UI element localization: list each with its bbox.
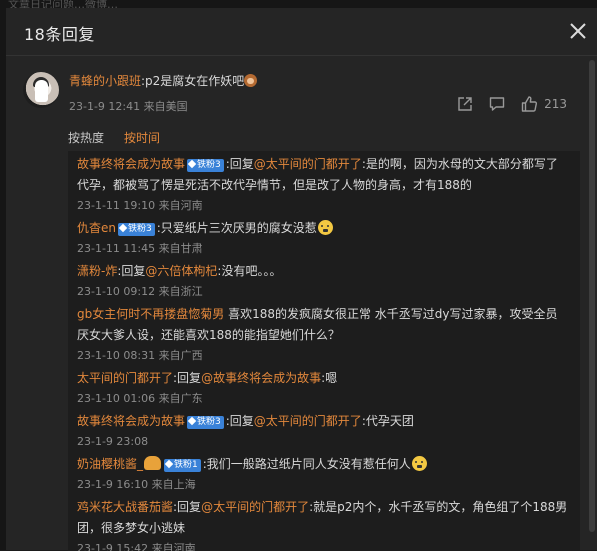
main-comment-date: 23-1-9 12:41 [69, 100, 141, 113]
list-item: 潇粉-炸:回复@六倍体枸杞:没有吧。。。 23-1-10 09:12 来自浙江 [77, 261, 569, 300]
close-button[interactable] [567, 20, 589, 42]
sort-by-hot-tab[interactable]: 按热度 [68, 131, 104, 145]
reply-author[interactable]: gb女主何时不再搂盘惚菊男 [77, 307, 224, 321]
like-count: 213 [544, 97, 567, 111]
reply-text: :只爱纸片三次厌男的腐女没惹 [156, 221, 317, 235]
reply-meta: 23-1-10 08:31 来自广西 [77, 349, 203, 362]
list-item: 故事终将会成为故事 铁粉3:回复@太平间的门都开了:是的啊，因为水母的文大部分都写… [77, 154, 569, 214]
comment-icon[interactable] [488, 95, 506, 113]
reply-author[interactable]: 奶油樱桃酱_ [77, 457, 143, 471]
main-comment-line: 青蜂的小跟班:p2是腐女在作妖吧 [69, 72, 258, 89]
reply-mention[interactable]: @故事终将会成为故事 [201, 371, 321, 385]
diamond-icon [187, 159, 197, 169]
reply-prefix: :回复 [173, 371, 202, 385]
scrollbar-thumb[interactable] [589, 60, 595, 532]
comment-actions: 213 [456, 94, 567, 114]
fan-badge: 铁粉1 [164, 459, 201, 472]
reply-author[interactable]: 故事终将会成为故事 [77, 157, 185, 171]
reply-text: :没有吧。。。 [217, 264, 282, 278]
reply-author[interactable]: 潇粉-炸 [77, 264, 117, 278]
main-comment-text: :p2是腐女在作妖吧 [141, 74, 245, 88]
list-item: 太平间的门都开了:回复@故事终将会成为故事:嗯 23-1-10 01:06 来自… [77, 368, 569, 407]
list-item: 鸡米花大战番茄酱:回复@太平间的门都开了:就是p2内个，水千丞写的文，角色组了个… [77, 497, 569, 551]
cat-badge-icon [144, 456, 162, 470]
crying-emoji-icon [411, 456, 427, 471]
reply-meta: 23-1-9 23:08 [77, 435, 149, 448]
monkey-emoji-icon [244, 74, 258, 87]
sort-bar: 按热度 按时间 [68, 129, 160, 146]
reply-author[interactable]: 太平间的门都开了 [77, 371, 173, 385]
list-item: gb女主何时不再搂盘惚菊男 喜欢188的发疯腐女很正常 水千丞写过dy写过家暴，… [77, 304, 569, 364]
reply-meta: 23-1-9 16:10 来自上海 [77, 478, 196, 491]
reply-meta: 23-1-10 09:12 来自浙江 [77, 285, 203, 298]
reply-author[interactable]: 鸡米花大战番茄酱 [77, 500, 173, 514]
list-item: 仇杳en 铁粉3:只爱纸片三次厌男的腐女没惹 23-1-11 11:45 来自甘肃 [77, 218, 569, 257]
main-comment: 青蜂的小跟班:p2是腐女在作妖吧 23-1-9 12:41 来自美国 213 [23, 68, 583, 128]
replies-dialog: 18条回复 青蜂的小跟班:p2是腐女在作妖吧 23-1-9 12:41 来自美国 [6, 8, 597, 551]
diamond-icon [118, 223, 128, 233]
reply-meta: 23-1-11 19:10 来自河南 [77, 199, 203, 212]
fan-badge: 铁粉3 [187, 416, 224, 429]
reply-prefix: :回复 [173, 500, 202, 514]
reply-meta: 23-1-11 11:45 来自甘肃 [77, 242, 203, 255]
scrollbar[interactable] [589, 60, 595, 546]
main-comment-meta: 23-1-9 12:41 来自美国 [69, 98, 188, 114]
diamond-icon [187, 416, 197, 426]
reply-mention[interactable]: @太平间的门都开了 [201, 500, 309, 514]
reply-author[interactable]: 仇杳en [77, 221, 116, 235]
reply-mention[interactable]: @太平间的门都开了 [254, 414, 362, 428]
reply-text: :嗯 [321, 371, 338, 385]
fan-badge: 铁粉3 [187, 159, 224, 172]
reply-mention[interactable]: @太平间的门都开了 [254, 157, 362, 171]
main-comment-location: 来自美国 [143, 100, 188, 113]
reply-prefix: :回复 [117, 264, 146, 278]
reply-list: 故事终将会成为故事 铁粉3:回复@太平间的门都开了:是的啊，因为水母的文大部分都写… [68, 151, 580, 551]
reply-prefix: :回复 [225, 157, 254, 171]
reply-meta: 23-1-10 01:06 来自广东 [77, 392, 203, 405]
reply-author[interactable]: 故事终将会成为故事 [77, 414, 185, 428]
fan-badge: 铁粉3 [118, 223, 155, 236]
reply-prefix: :回复 [225, 414, 254, 428]
share-icon[interactable] [456, 95, 474, 113]
close-icon [570, 23, 586, 39]
reply-text: :我们一般路过纸片同人女没有惹任何人 [202, 457, 411, 471]
reply-mention[interactable]: @六倍体枸杞 [145, 264, 217, 278]
avatar[interactable] [23, 72, 59, 108]
list-item: 奶油樱桃酱_ 铁粉1:我们一般路过纸片同人女没有惹任何人 23-1-9 16:10… [77, 454, 569, 493]
main-comment-author[interactable]: 青蜂的小跟班 [69, 74, 141, 88]
list-item: 故事终将会成为故事 铁粉3:回复@太平间的门都开了:代孕天团 23-1-9 23:… [77, 411, 569, 450]
dialog-title: 18条回复 [24, 25, 95, 44]
reply-text: :代孕天团 [361, 414, 414, 428]
dialog-header: 18条回复 [6, 8, 597, 56]
diamond-icon [164, 459, 174, 469]
header-divider [6, 55, 597, 56]
crying-emoji-icon [317, 220, 333, 235]
sort-by-time-tab[interactable]: 按时间 [124, 131, 160, 145]
like-icon[interactable] [520, 95, 538, 113]
